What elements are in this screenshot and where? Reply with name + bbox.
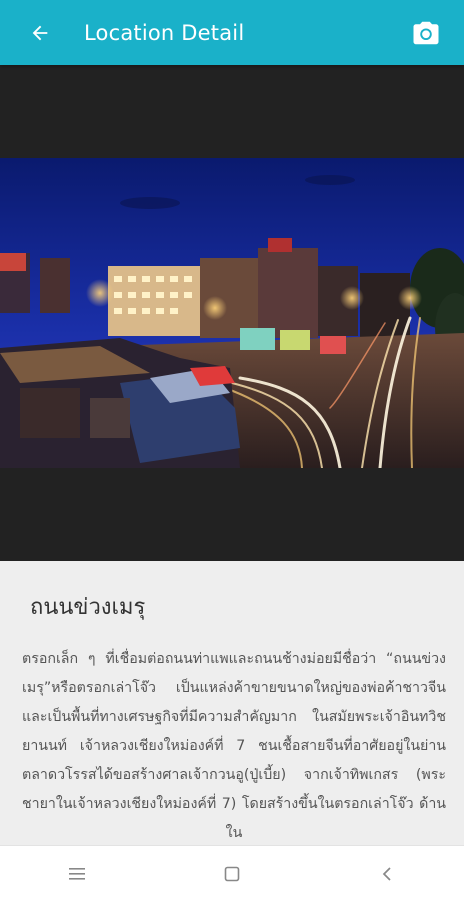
system-back-button[interactable]: [357, 854, 417, 894]
menu-lines-icon: [69, 867, 86, 880]
back-button[interactable]: [20, 13, 60, 53]
chevron-left-icon: [382, 866, 391, 881]
location-photo: [0, 158, 464, 468]
camera-button[interactable]: [406, 13, 446, 53]
recent-apps-button[interactable]: [47, 854, 107, 894]
square-icon: [224, 866, 240, 881]
camera-icon: [413, 21, 439, 44]
photo-viewer[interactable]: [0, 65, 464, 561]
location-detail: ถนนข่วงเมรุ ตรอกเล็ก ๆ ที่เชื่อมต่อถนนท่…: [0, 561, 464, 845]
place-description: ตรอกเล็ก ๆ ที่เชื่อมต่อถนนท่าแพและถนนช้า…: [22, 651, 446, 841]
arrow-left-icon: [32, 25, 48, 40]
place-name: ถนนข่วงเมรุ: [30, 595, 146, 620]
page-title: Location Detail: [84, 20, 245, 45]
app-bar: Location Detail: [0, 0, 464, 65]
home-button[interactable]: [202, 854, 262, 894]
system-nav-bar: [0, 845, 464, 901]
